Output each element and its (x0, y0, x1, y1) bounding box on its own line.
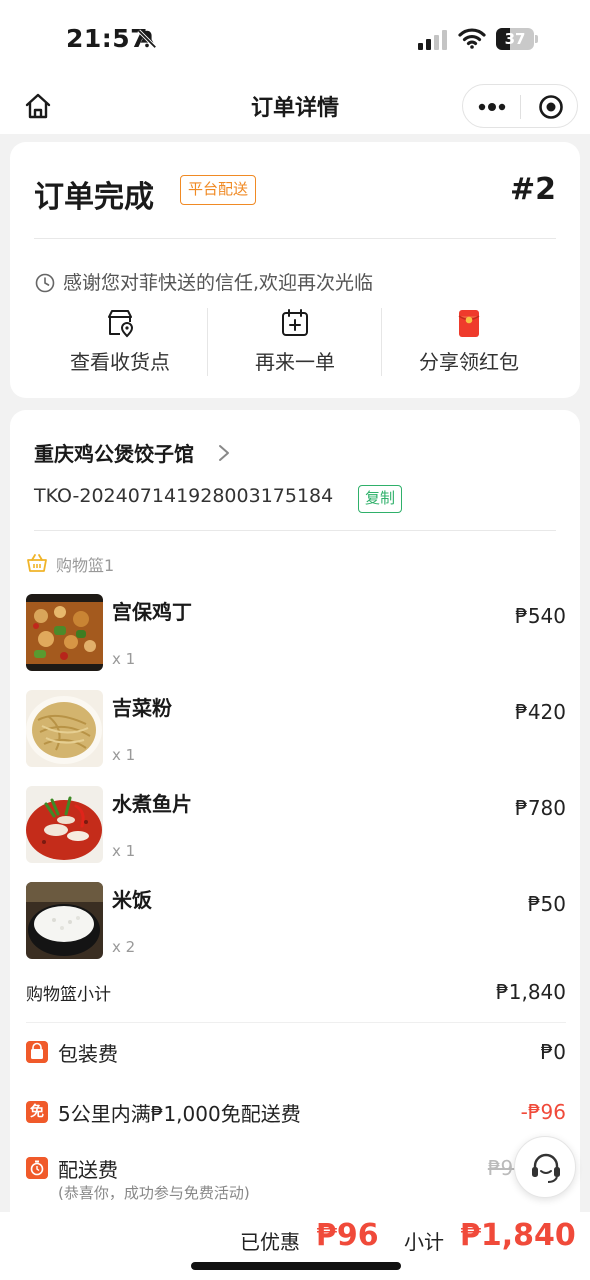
thanks-message: 感谢您对菲快送的信任,欢迎再次光临 (63, 272, 374, 294)
total-value: ₱1,840 (460, 1218, 576, 1253)
target-icon[interactable] (538, 94, 564, 120)
order-number: #2 (509, 172, 556, 207)
divider (34, 238, 556, 239)
list-item[interactable]: 水煮鱼片 x 1 ₱780 (26, 786, 566, 866)
reorder-label: 再来一单 (255, 350, 335, 374)
basket-subtotal-label: 购物篮小计 (26, 985, 111, 1005)
list-item[interactable]: 吉菜粉 x 1 ₱420 (26, 690, 566, 770)
copy-button[interactable]: 复制 (358, 485, 403, 513)
action-divider (381, 308, 382, 376)
item-price: ₱420 (515, 700, 566, 724)
discount-label: 已优惠 (240, 1230, 300, 1254)
store-name[interactable]: 重庆鸡公煲饺子馆 (34, 438, 194, 467)
nav-bar: 订单详情 (0, 78, 590, 134)
reorder-icon (282, 309, 308, 336)
delivery-scooter-icon (26, 1157, 48, 1179)
item-quantity: x 1 (112, 746, 136, 764)
packaging-fee-row: 包装费 ₱0 (26, 1036, 566, 1072)
packaging-fee-value: ₱0 (540, 1040, 566, 1064)
list-item[interactable]: 米饭 x 2 ₱50 (26, 882, 566, 962)
red-envelope-icon (458, 310, 480, 337)
battery-percent: 37 (504, 30, 526, 48)
free-badge-icon: 免 (26, 1101, 48, 1123)
total-label: 小计 (404, 1230, 444, 1254)
action-divider (207, 308, 208, 376)
basket-label: 购物篮1 (56, 556, 115, 575)
more-icon[interactable] (477, 99, 507, 115)
share-red-envelope-button[interactable]: 分享领红包 (384, 308, 554, 378)
item-name: 吉菜粉 (112, 696, 172, 720)
dish-image (26, 882, 103, 959)
list-item[interactable]: 宫保鸡丁 x 1 ₱540 (26, 594, 566, 674)
free-delivery-discount: -₱96 (520, 1100, 566, 1124)
item-quantity: x 1 (112, 650, 136, 668)
view-pickup-point-label: 查看收货点 (70, 350, 170, 374)
dish-image (26, 690, 103, 767)
free-delivery-row: 免 5公里内满₱1,000免配送费 -₱96 (26, 1096, 566, 1132)
mini-program-capsule (462, 84, 578, 128)
battery-icon: 37 (496, 28, 538, 50)
headset-icon (532, 1153, 560, 1183)
chevron-right-icon[interactable] (217, 443, 231, 463)
item-quantity: x 2 (112, 938, 136, 956)
delivery-promo-note: (恭喜你，成功参与免费活动) (58, 1184, 250, 1202)
divider (34, 530, 556, 531)
pickup-point-icon (108, 310, 134, 338)
delivery-fee-label: 配送费 (58, 1158, 118, 1182)
home-indicator[interactable] (191, 1262, 401, 1270)
order-detail-card: 重庆鸡公煲饺子馆 TKO-20240714192800317518​4 复制 购… (10, 410, 580, 1280)
order-id: TKO-20240714192800317518​4 (34, 485, 334, 507)
item-price: ₱540 (515, 604, 566, 628)
basket-subtotal-row: 购物篮小计 ₱1,840 (26, 976, 566, 1012)
customer-service-button[interactable] (514, 1136, 576, 1198)
item-quantity: x 1 (112, 842, 136, 860)
packaging-fee-label: 包装费 (58, 1042, 118, 1066)
item-price: ₱780 (515, 796, 566, 820)
item-name: 宫保鸡丁 (112, 600, 192, 624)
discount-value: ₱96 (316, 1218, 379, 1253)
delivery-fee-row: 配送费 (恭喜你，成功参与免费活动) ₱96 (26, 1152, 566, 1212)
status-bar: 21:57 37 (0, 0, 590, 78)
basket-subtotal-value: ₱1,840 (496, 980, 566, 1004)
platform-delivery-badge: 平台配送 (180, 175, 257, 205)
dish-image (26, 594, 103, 671)
basket-icon (27, 554, 47, 572)
bag-icon (26, 1041, 48, 1063)
dish-image (26, 786, 103, 863)
order-status-title: 订单完成 (34, 180, 154, 215)
order-status-card: 订单完成 平台配送 #2 感谢您对菲快送的信任,欢迎再次光临 查看收货点 再来一… (10, 142, 580, 398)
wifi-icon (458, 28, 486, 49)
item-price: ₱50 (527, 892, 566, 916)
clock-icon (35, 273, 55, 293)
item-name: 米饭 (112, 888, 152, 912)
bell-off-icon (137, 29, 157, 49)
view-pickup-point-button[interactable]: 查看收货点 (35, 308, 205, 378)
free-delivery-label: 5公里内满₱1,000免配送费 (58, 1102, 301, 1126)
cellular-signal-icon (418, 30, 447, 50)
share-red-envelope-label: 分享领红包 (419, 350, 519, 374)
reorder-button[interactable]: 再来一单 (210, 308, 380, 378)
divider (26, 1022, 566, 1023)
item-name: 水煮鱼片 (112, 792, 192, 816)
